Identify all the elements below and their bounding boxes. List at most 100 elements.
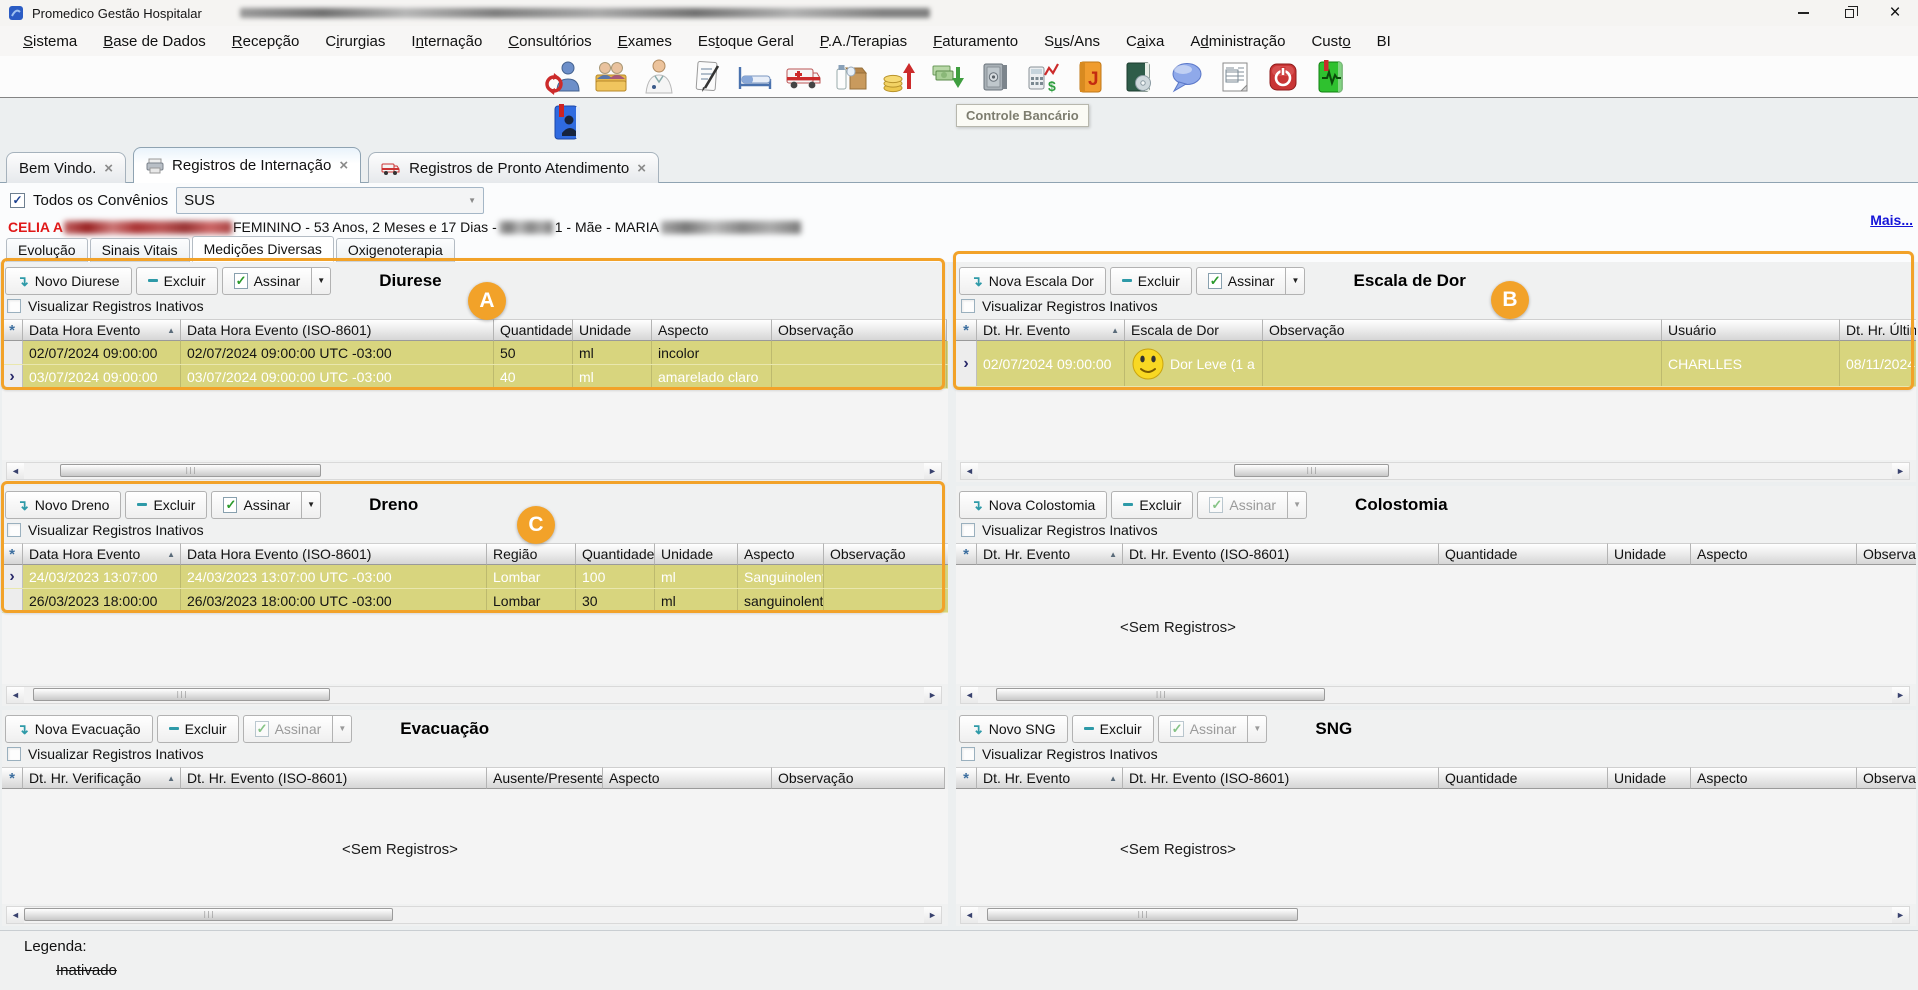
- column-header-data-hora-evento[interactable]: Data Hora Evento▲: [23, 543, 181, 565]
- scroll-track[interactable]: [978, 907, 1892, 923]
- scroll-left-icon[interactable]: ◄: [961, 907, 978, 923]
- new-record-button[interactable]: ↴Novo Dreno: [5, 491, 121, 519]
- scroll-right-icon[interactable]: ►: [1892, 687, 1909, 703]
- table-row[interactable]: ›03/07/2024 09:00:0003/07/2024 09:00:00 …: [2, 365, 948, 389]
- horizontal-scrollbar[interactable]: ◄ ►: [6, 906, 942, 924]
- table-row[interactable]: 02/07/2024 09:00:0002/07/2024 09:00:00 U…: [2, 341, 948, 365]
- reference-book-icon[interactable]: [1119, 57, 1159, 97]
- prescription-icon[interactable]: [687, 57, 727, 97]
- column-header-data-hora-evento[interactable]: Data Hora Evento▲: [23, 319, 181, 341]
- delete-button[interactable]: Excluir: [1072, 715, 1154, 743]
- menu-item-estoque-geral[interactable]: Estoque Geral: [685, 30, 807, 53]
- sign-button[interactable]: ✓Assinar: [1158, 715, 1249, 743]
- scroll-track[interactable]: [24, 687, 924, 703]
- column-header-observa-o[interactable]: Observação: [824, 543, 948, 565]
- inactive-filter-checkbox[interactable]: Visualizar Registros Inativos: [956, 520, 1916, 540]
- tab-registros-de-internacao[interactable]: Registros de Internação ×: [133, 147, 361, 183]
- sign-button[interactable]: ✓Assinar: [1196, 267, 1287, 295]
- menu-item-faturamento[interactable]: Faturamento: [920, 30, 1031, 53]
- menu-item-caixa[interactable]: Caixa: [1113, 30, 1177, 53]
- menu-item-exames[interactable]: Exames: [605, 30, 685, 53]
- scroll-left-icon[interactable]: ◄: [7, 463, 24, 479]
- subtab-oxigenoterapia[interactable]: Oxigenoterapia: [336, 238, 455, 262]
- new-record-button[interactable]: ↴Nova Evacuação: [5, 715, 153, 743]
- close-icon[interactable]: ×: [637, 160, 646, 177]
- inactive-filter-checkbox[interactable]: Visualizar Registros Inativos: [2, 296, 948, 316]
- table-row[interactable]: ›02/07/2024 09:00:00Dor Leve (1 aCHARLLE…: [956, 341, 1916, 387]
- column-header-quantidade[interactable]: Quantidade: [1439, 543, 1608, 565]
- menu-item-sus-ans[interactable]: Sus/Ans: [1031, 30, 1113, 53]
- inactive-filter-checkbox[interactable]: Visualizar Registros Inativos: [956, 744, 1916, 764]
- hospital-bed-icon[interactable]: [735, 57, 775, 97]
- scroll-thumb[interactable]: [60, 464, 321, 477]
- cash-down-icon[interactable]: [927, 57, 967, 97]
- sign-dropdown-button[interactable]: ▼: [332, 715, 352, 743]
- sign-button[interactable]: ✓Assinar: [222, 267, 313, 295]
- coins-up-icon[interactable]: [879, 57, 919, 97]
- scroll-left-icon[interactable]: ◄: [961, 687, 978, 703]
- more-link[interactable]: Mais...: [1870, 212, 1913, 228]
- menu-item-administra-o[interactable]: Administração: [1177, 30, 1298, 53]
- close-icon[interactable]: ×: [339, 157, 348, 174]
- inactive-filter-checkbox[interactable]: Visualizar Registros Inativos: [2, 520, 948, 540]
- column-header-dt-hr-verifica-o[interactable]: Dt. Hr. Verificação▲: [23, 767, 181, 789]
- scroll-right-icon[interactable]: ►: [924, 687, 941, 703]
- convenio-select[interactable]: SUS ▼: [176, 187, 484, 214]
- horizontal-scrollbar[interactable]: ◄ ►: [6, 462, 942, 480]
- menu-item-cirurgias[interactable]: Cirurgias: [312, 30, 398, 53]
- subtab-evolu-o[interactable]: Evolução: [6, 238, 88, 262]
- column-header-unidade[interactable]: Unidade: [1608, 543, 1691, 565]
- column-header-observa-o[interactable]: Observação: [772, 319, 947, 341]
- scroll-thumb[interactable]: [1234, 464, 1389, 477]
- menu-item-recep-o[interactable]: Recepção: [219, 30, 313, 53]
- horizontal-scrollbar[interactable]: ◄ ►: [960, 906, 1910, 924]
- scroll-right-icon[interactable]: ►: [924, 463, 941, 479]
- new-record-button[interactable]: ↴Nova Colostomia: [959, 491, 1107, 519]
- column-header-usu-rio[interactable]: Usuário: [1662, 319, 1840, 341]
- column-header-ausente-presente[interactable]: Ausente/Presente: [487, 767, 603, 789]
- column-header-dt-hr-evento[interactable]: Dt. Hr. Evento▲: [977, 767, 1123, 789]
- column-header-observa-o[interactable]: Observação: [1857, 767, 1916, 789]
- sign-button[interactable]: ✓Assinar: [243, 715, 334, 743]
- minimize-button[interactable]: [1780, 0, 1826, 26]
- scroll-left-icon[interactable]: ◄: [961, 463, 978, 479]
- column-header-aspecto[interactable]: Aspecto: [738, 543, 824, 565]
- table-row[interactable]: ›24/03/2023 13:07:0024/03/2023 13:07:00 …: [2, 565, 948, 589]
- menu-item-bi[interactable]: BI: [1364, 30, 1404, 53]
- scroll-thumb[interactable]: [987, 908, 1298, 921]
- column-header-quantidade[interactable]: Quantidade: [1439, 767, 1608, 789]
- column-header-data-hora-evento-iso-8601[interactable]: Data Hora Evento (ISO-8601): [181, 319, 494, 341]
- restore-button[interactable]: [1826, 0, 1872, 26]
- horizontal-scrollbar[interactable]: ◄ ►: [960, 686, 1910, 704]
- column-header-aspecto[interactable]: Aspecto: [652, 319, 772, 341]
- horizontal-scrollbar[interactable]: ◄ ►: [960, 462, 1910, 480]
- sign-button[interactable]: ✓Assinar: [1197, 491, 1288, 519]
- column-header-dt-hr-ltim[interactable]: Dt. Hr. Últim: [1840, 319, 1916, 341]
- subtab-sinais-vitais[interactable]: Sinais Vitais: [90, 238, 190, 262]
- close-icon[interactable]: ×: [104, 160, 113, 177]
- table-row[interactable]: 26/03/2023 18:00:0026/03/2023 18:00:00 U…: [2, 589, 948, 613]
- phone-directory-icon[interactable]: J: [1071, 57, 1111, 97]
- menu-item-interna-o[interactable]: Internação: [398, 30, 495, 53]
- column-header-aspecto[interactable]: Aspecto: [1691, 767, 1857, 789]
- column-header-unidade[interactable]: Unidade: [1608, 767, 1691, 789]
- column-header-aspecto[interactable]: Aspecto: [603, 767, 772, 789]
- delete-button[interactable]: Excluir: [125, 491, 207, 519]
- delete-button[interactable]: Excluir: [1111, 491, 1193, 519]
- health-log-icon[interactable]: [1311, 57, 1351, 97]
- menu-item-consult-rios[interactable]: Consultórios: [495, 30, 604, 53]
- sign-dropdown-button[interactable]: ▼: [1285, 267, 1305, 295]
- scroll-track[interactable]: [24, 907, 924, 923]
- spreadsheet-report-icon[interactable]: [1215, 57, 1255, 97]
- tab-registros-de-pronto-atendimento[interactable]: Registros de Pronto Atendimento ×: [368, 152, 659, 183]
- subtab-medi-es-diversas[interactable]: Medições Diversas: [192, 236, 334, 262]
- column-header-dt-hr-evento[interactable]: Dt. Hr. Evento▲: [977, 543, 1123, 565]
- close-button[interactable]: ×: [1872, 0, 1918, 26]
- billing-calculator-icon[interactable]: $: [1023, 57, 1063, 97]
- column-header-observa-o[interactable]: Observação: [772, 767, 945, 789]
- menu-item-p-a-terapias[interactable]: P.A./Terapias: [807, 30, 920, 53]
- bank-safe-icon[interactable]: [975, 57, 1015, 97]
- new-record-button[interactable]: ↴Nova Escala Dor: [959, 267, 1106, 295]
- ambulance-icon[interactable]: [783, 57, 823, 97]
- sign-dropdown-button[interactable]: ▼: [1287, 491, 1307, 519]
